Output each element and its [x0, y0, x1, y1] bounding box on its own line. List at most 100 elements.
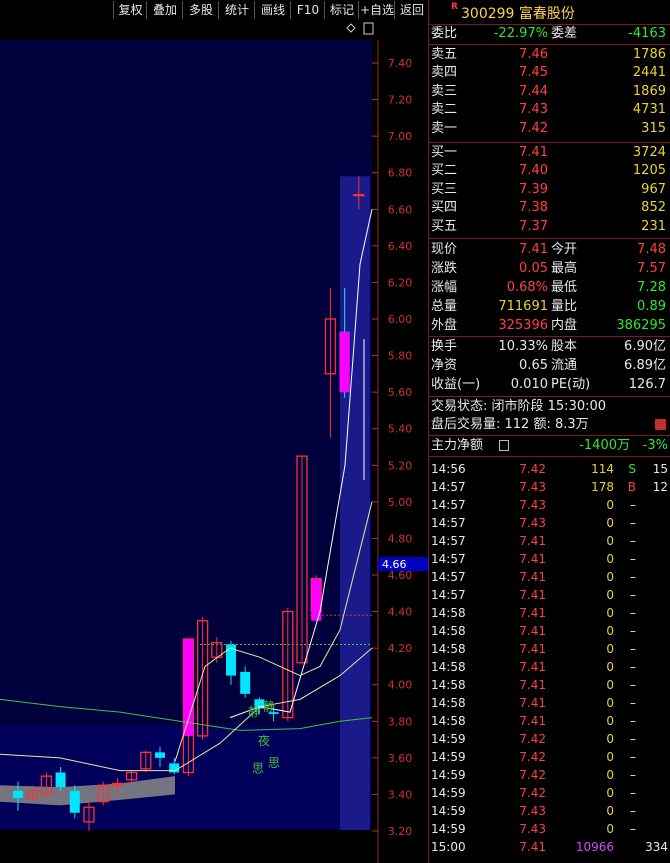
ask-level-row[interactable]: 卖三 7.44 1869: [429, 83, 670, 101]
calendar-icon[interactable]: [655, 419, 666, 430]
panel-toggle-icon: [363, 22, 374, 35]
toolbar-button-3[interactable]: 统计: [218, 1, 255, 19]
ask-level-row[interactable]: 卖四 7.45 2441: [429, 64, 670, 82]
price-tick-label: 6.60: [388, 203, 413, 216]
fund-label: 流通: [551, 358, 578, 373]
candle-body: [240, 671, 251, 694]
bid-level-row[interactable]: 买三 7.39 967: [429, 181, 670, 199]
trade-flag: –: [630, 516, 636, 530]
trade-volume: 0: [606, 786, 614, 800]
trade-volume: 0: [606, 642, 614, 656]
price-tick-label: 3.20: [388, 825, 413, 838]
trade-price: 7.41: [519, 570, 546, 584]
trade-volume: 0: [606, 516, 614, 530]
ask-price: 7.42: [519, 120, 548, 136]
tick-trade-row: 14:58 7.41 0 –: [429, 622, 670, 640]
tick-trade-row: 14:59 7.42 0 –: [429, 730, 670, 748]
trade-flag: –: [630, 804, 636, 818]
tick-trade-row: 14:57 7.43 178 B 12: [429, 478, 670, 496]
fund-value: 0.65: [519, 358, 548, 373]
bid-level-row[interactable]: 买四 7.38 852: [429, 199, 670, 217]
quote-label: 最低: [551, 280, 578, 295]
ask-level-label: 卖三: [431, 83, 458, 99]
price-tick-label: 4.00: [388, 679, 413, 692]
fund-value: 6.89亿: [624, 358, 666, 373]
bid-level-label: 买一: [431, 145, 458, 160]
current-price-tag: 4.66: [382, 558, 407, 571]
ask-level-row[interactable]: 卖一 7.42 315: [429, 120, 670, 138]
bid-level-row[interactable]: 买一 7.41 3724: [429, 144, 670, 162]
trade-flag: –: [630, 732, 636, 746]
panel-separator: [429, 456, 670, 457]
fund-value: 10.33%: [498, 339, 548, 354]
panel-separator: [429, 396, 670, 397]
price-tick-label: 6.80: [388, 167, 413, 180]
trade-price: 7.42: [519, 768, 546, 782]
tick-trade-row: 14:57 7.41 0 –: [429, 550, 670, 568]
tick-trade-row: 14:58 7.41 0 –: [429, 604, 670, 622]
quote-value: 7.57: [637, 261, 666, 276]
tick-trade-row: 14:56 7.42 114 S 15: [429, 460, 670, 478]
stock-name: 富春股份: [518, 6, 575, 22]
trade-time: 14:57: [431, 498, 466, 512]
trade-price: 7.43: [519, 498, 546, 512]
ask-level-row[interactable]: 卖五 7.46 1786: [429, 46, 670, 64]
trade-status-row: 交易状态: 闭市阶段 15:30:00: [429, 398, 670, 416]
toolbar-button-0[interactable]: 复权: [113, 1, 147, 19]
ratio-value: -22.97%: [493, 26, 548, 41]
trade-time: 14:58: [431, 714, 466, 728]
bid-volume: 1205: [632, 163, 666, 179]
main-flow-row[interactable]: 主力净额 -1400万 -3%: [429, 437, 670, 455]
trade-price: 7.42: [519, 732, 546, 746]
quote-label: 今开: [551, 242, 578, 257]
bid-level-row[interactable]: 买二 7.40 1205: [429, 162, 670, 180]
stock-code-name[interactable]: 300299 富春股份: [461, 3, 575, 23]
toolbar-button-1[interactable]: 叠加: [146, 1, 183, 19]
ask-price: 7.43: [519, 102, 548, 118]
fund-value: 0.010: [510, 377, 548, 392]
price-tick-label: 5.20: [388, 459, 413, 472]
tick-trade-row: 14:58 7.41 0 –: [429, 676, 670, 694]
price-tick-label: 6.20: [388, 276, 413, 289]
trade-status-text: 交易状态: 闭市阶段 15:30:00: [431, 399, 607, 414]
toolbar-button-4[interactable]: 画线: [254, 1, 291, 19]
trade-volume: 0: [606, 534, 614, 548]
trade-flag: B: [627, 480, 636, 494]
quote-value: 0.05: [519, 261, 548, 276]
diamond-icon: [346, 23, 356, 33]
candle-body: [55, 772, 66, 788]
bid-level-row[interactable]: 买五 7.37 231: [429, 218, 670, 236]
tick-trade-row: 14:57 7.43 0 –: [429, 496, 670, 514]
kline-chart[interactable]: 7.40 7.20 7.00 6.80 6.60 6.40 6.20 6.00 5.80 5.60…: [0, 20, 428, 863]
trade-time: 14:57: [431, 480, 466, 494]
quote-value: 711691: [498, 299, 548, 314]
list-icon[interactable]: [499, 440, 509, 451]
quote-value: 7.41: [519, 242, 548, 257]
stock-header: R 300299 富春股份: [429, 0, 670, 24]
trade-flag: –: [630, 606, 636, 620]
ask-price: 7.44: [519, 83, 548, 99]
bid-price: 7.41: [519, 145, 548, 160]
toolbar-button-6[interactable]: 标记: [324, 1, 359, 19]
trade-count: 334: [645, 840, 668, 854]
main-flow-value: -1400万: [579, 438, 630, 453]
trade-flag: –: [630, 552, 636, 566]
quote-value: 325396: [498, 318, 548, 333]
toolbar-button-7[interactable]: +自选: [358, 1, 395, 19]
quote-value: 7.48: [637, 242, 666, 257]
r-badge: R: [451, 2, 458, 12]
trade-flag: –: [630, 660, 636, 674]
tick-trade-row: 14:58 7.41 0 –: [429, 694, 670, 712]
toolbar-button-2[interactable]: 多股: [182, 1, 219, 19]
ask-level-label: 卖五: [431, 47, 458, 62]
ask-level-row[interactable]: 卖二 7.43 4731: [429, 101, 670, 119]
trade-price: 7.41: [519, 714, 546, 728]
toolbar-button-8[interactable]: 返回: [394, 1, 429, 19]
toolbar-button-5[interactable]: F10: [290, 1, 325, 19]
trade-time: 14:57: [431, 534, 466, 548]
quote-label: 量比: [551, 299, 578, 314]
trade-price: 7.43: [519, 480, 546, 494]
trade-volume: 0: [606, 660, 614, 674]
trade-time: 14:57: [431, 552, 466, 566]
diff-label: 委差: [551, 26, 578, 41]
